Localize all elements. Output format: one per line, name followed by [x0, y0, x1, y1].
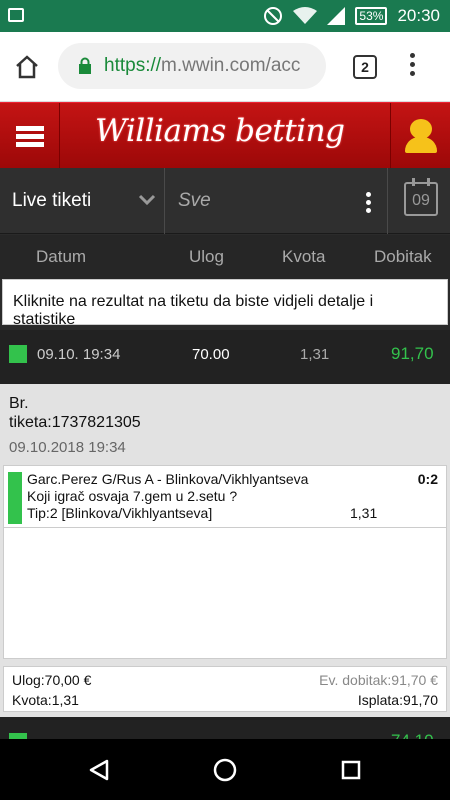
tab-switcher-button[interactable]: 2 [353, 55, 377, 79]
info-message: Kliknite na rezultat na tiketu da biste … [2, 279, 448, 328]
image-notification-icon [8, 8, 24, 22]
divider [164, 168, 165, 234]
lock-icon [79, 57, 91, 74]
bet-status-bar [8, 472, 22, 524]
battery-indicator: 53% [355, 7, 388, 25]
bet-list: Garc.Perez G/Rus A - Blinkova/Vikhlyants… [3, 465, 447, 659]
ticket-win: 74,10 [391, 731, 434, 739]
ticket-row[interactable]: 09.10. 19:34 70.00 1,31 91,70 [0, 330, 450, 384]
summary-payout: Isplata:91,70 [357, 692, 438, 708]
bet-match: Garc.Perez G/Rus A - Blinkova/Vikhlyants… [27, 471, 309, 487]
do-not-disturb-icon [264, 7, 283, 25]
summary-odds: Kvota:1,31 [12, 692, 79, 708]
summary-stake: Ulog:70,00 € [12, 672, 92, 688]
table-header: Datum Ulog Kvota Dobitak [0, 235, 450, 279]
column-date: Datum [36, 247, 87, 266]
signal-icon [327, 7, 346, 25]
url-text: https://m.wwin.com/acc [104, 55, 301, 76]
ticket-type-select[interactable]: Live tiketi [12, 190, 91, 212]
calendar-icon[interactable]: 09 [404, 178, 438, 216]
status-bar: 53% 20:30 [0, 0, 450, 32]
ticket-stake: 70.00 [192, 346, 230, 363]
bet-odds: 1,31 [350, 505, 378, 521]
system-navigation-bar [0, 739, 450, 800]
hamburger-menu-icon[interactable] [0, 103, 60, 169]
screen: 53% 20:30 https://m.wwin.com/acc 2 Willi… [0, 0, 450, 800]
column-stake: Ulog [189, 247, 224, 266]
browser-menu-icon[interactable] [410, 53, 416, 80]
column-win: Dobitak [374, 247, 432, 266]
filter-bar: Live tiketi Sve 09 [0, 168, 450, 234]
more-options-icon[interactable] [366, 192, 371, 216]
ticket-status-badge [9, 345, 27, 363]
bet-tip: Tip:2 [Blinkova/Vikhlyantseva] [27, 505, 213, 521]
back-icon[interactable] [88, 759, 110, 781]
home-nav-icon[interactable] [213, 758, 237, 782]
ticket-date: 09.10. 19:34 [37, 346, 121, 363]
column-odds: Kvota [282, 247, 326, 266]
clock: 20:30 [397, 6, 440, 25]
status-filter-select[interactable]: Sve [178, 190, 211, 212]
address-bar[interactable]: https://m.wwin.com/acc [58, 43, 326, 89]
browser-toolbar: https://m.wwin.com/acc 2 [0, 32, 450, 102]
ticket-number: Br. tiketa:1737821305 [9, 395, 141, 431]
user-account-icon[interactable] [390, 103, 450, 169]
ticket-row[interactable]: 74,10 [0, 717, 450, 739]
recents-icon[interactable] [341, 760, 361, 780]
summary-expected-win: Ev. dobitak:91,70 € [319, 672, 438, 688]
chevron-down-icon[interactable] [138, 194, 156, 206]
wifi-icon [293, 7, 318, 24]
app-header: Williams betting [0, 102, 450, 169]
ticket-datetime: 09.10.2018 19:34 [9, 439, 126, 456]
brand-logo[interactable]: Williams betting [95, 113, 345, 149]
ticket-odds: 1,31 [300, 346, 330, 363]
bet-score[interactable]: 0:2 [418, 471, 438, 487]
bet-item[interactable]: Garc.Perez G/Rus A - Blinkova/Vikhlyants… [4, 466, 446, 528]
home-icon[interactable] [14, 54, 40, 80]
divider [387, 168, 388, 234]
ticket-win: 91,70 [391, 344, 434, 363]
ticket-detail-panel: Br. tiketa:1737821305 09.10.2018 19:34 G… [0, 384, 450, 717]
bet-market: Koji igrač osvaja 7.gem u 2.setu ? [27, 488, 238, 504]
ticket-summary: Ulog:70,00 € Kvota:1,31 Ev. dobitak:91,7… [3, 666, 447, 712]
